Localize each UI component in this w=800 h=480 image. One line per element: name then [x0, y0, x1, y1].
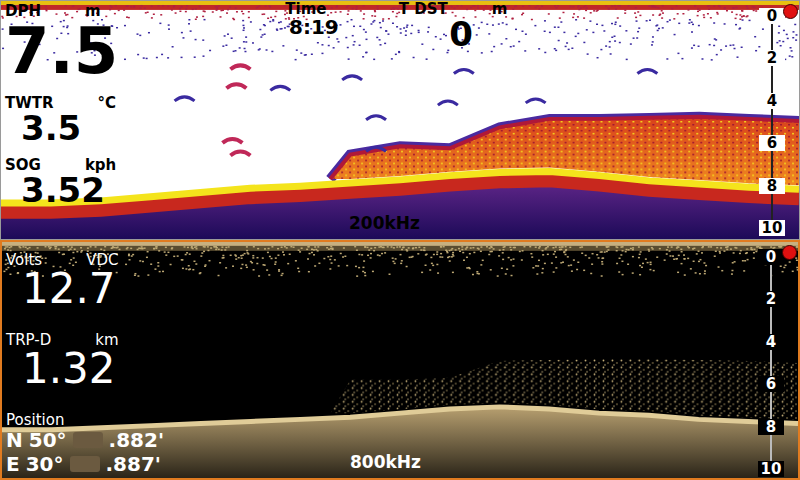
fish-arch-icon: [637, 70, 657, 74]
header-readouts: Time8:19 T DSTm0: [273, 1, 507, 51]
data-readout: VoltsVDC12.7: [6, 252, 164, 310]
fish-arch-icon: [342, 76, 362, 80]
sonar-panel[interactable]: DPHm7.5TWTR°C3.5SOGkph3.52Time8:19T DSTm…: [0, 0, 800, 240]
depth-tick: 0: [759, 8, 785, 24]
recording-icon: [782, 245, 797, 260]
data-readout: TWTR°C3.5: [5, 95, 118, 145]
surface-clutter: [1, 1, 799, 61]
readout-column: DPHm7.5 TWTR°C3.5 SOGkph3.52: [5, 3, 118, 207]
sonar-chart: [1, 1, 799, 239]
readout-value: 1.32: [6, 348, 164, 390]
data-readout: SOGkph3.52: [5, 157, 118, 207]
fish-arch-icon: [526, 99, 546, 103]
header-readout: Time8:19: [273, 1, 339, 51]
fish-arch-icon: [366, 147, 386, 151]
depth-tick: 10: [758, 461, 784, 477]
readout-column: VoltsVDC12.7 TRP-Dkm1.32 PositionN50°.882'…: [6, 252, 164, 476]
fish-arch-icon: [226, 84, 246, 88]
readout-label: TRP-Dkm: [6, 332, 164, 348]
water-column: [1, 1, 799, 239]
depth-tick: 4: [759, 93, 785, 109]
depth-tick: 10: [759, 220, 785, 236]
bottom-profile: [2, 407, 798, 478]
readout-value: 7.5: [5, 19, 118, 83]
sonar-panel[interactable]: VoltsVDC12.7 TRP-Dkm1.32 PositionN50°.882'…: [0, 240, 800, 480]
data-readout: DPHm7.5: [5, 3, 118, 83]
depth-tick: 0: [758, 249, 784, 265]
fish-arch-icon: [222, 139, 242, 143]
depth-tick: 2: [759, 50, 785, 66]
depth-tick: 8: [758, 419, 784, 435]
depth-tick: 8: [759, 178, 785, 194]
header-readout: T DSTm0: [399, 1, 508, 51]
data-readout: TRP-Dkm1.32: [6, 332, 164, 390]
readout-label: Position: [6, 412, 164, 428]
frequency-label: 800kHz: [350, 452, 421, 472]
readout-value: 0: [433, 17, 473, 51]
depth-tick: 2: [758, 291, 784, 307]
readout-label: TWTR°C: [5, 95, 118, 111]
fish-arch-icon: [230, 152, 250, 156]
redacted-block: [70, 456, 100, 472]
fish-arch-icon: [366, 116, 386, 120]
recording-icon: [783, 4, 798, 19]
depth-scale: 0 2 4 6 8 10: [758, 242, 784, 478]
position-line: E30°.887': [6, 452, 164, 476]
readout-value: 8:19: [273, 17, 339, 37]
readout-value: 3.52: [5, 173, 118, 207]
readout-label: DPHm: [5, 3, 118, 19]
redacted-block: [73, 432, 103, 448]
readout-value: 12.7: [6, 268, 164, 310]
water-column: [2, 242, 798, 478]
surface-clutter: [2, 242, 798, 277]
depth-tick: 4: [758, 334, 784, 350]
position-line: N50°.882': [6, 428, 164, 452]
fish-arch-icon: [175, 97, 195, 101]
readout-label: VoltsVDC: [6, 252, 164, 268]
fish-arch-icon: [270, 86, 290, 90]
depth-scale: 0 2 4 6 8 10: [759, 1, 785, 239]
depth-tick: 6: [759, 135, 785, 151]
fish-arch-icon: [438, 101, 458, 105]
readout-label: Time: [285, 1, 326, 17]
sonar-screen: DPHm7.5TWTR°C3.5SOGkph3.52Time8:19T DSTm…: [0, 0, 800, 480]
fish-arch-icon: [230, 65, 250, 69]
frequency-label: 200kHz: [349, 213, 420, 233]
position-readout: PositionN50°.882'E30°.887': [6, 412, 164, 476]
depth-tick: 6: [758, 376, 784, 392]
fish-arch-icon: [454, 70, 474, 74]
readout-label: SOGkph: [5, 157, 118, 173]
readout-value: 3.5: [5, 111, 118, 145]
readout-label: T DSTm: [399, 1, 508, 17]
bottom-profile: [1, 171, 799, 239]
